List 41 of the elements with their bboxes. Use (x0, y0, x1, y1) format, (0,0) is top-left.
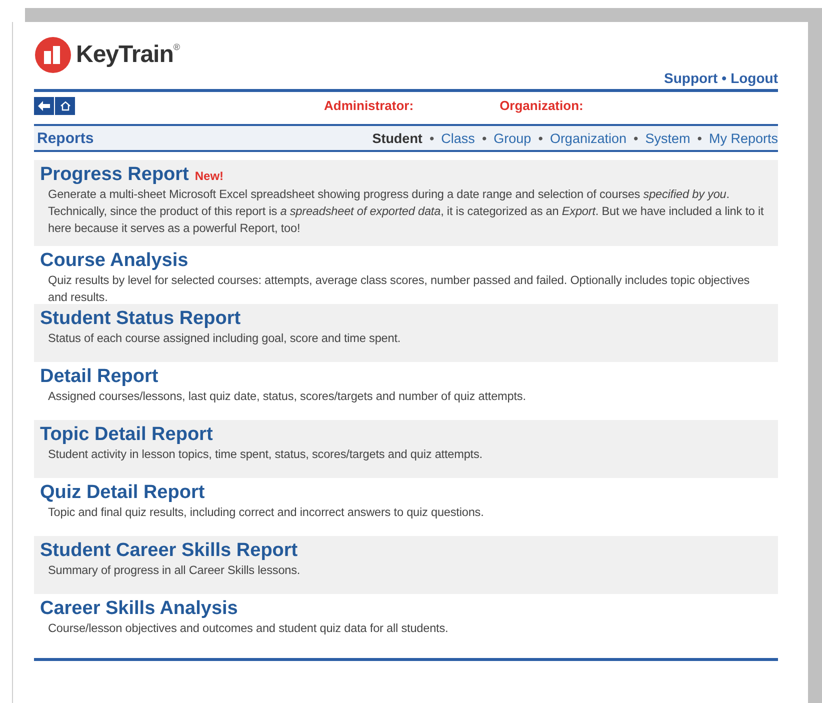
separator: • (633, 130, 638, 146)
report-description: Course/lesson objectives and outcomes and student quiz data for all students. (47, 620, 450, 637)
header-link[interactable]: Support (664, 70, 718, 86)
nav-link[interactable]: System (645, 130, 690, 146)
report-link[interactable]: Detail Report (40, 366, 158, 388)
report-description: Generate a multi-sheet Microsoft Excel spreadsheet showing progress during a date range and selection of courses specified by you. Technically, since the product of this report is a spreadsheet of exported data, it is categorized as an Export. But we have included a link to it here because it serves as a powerful Report, too! (47, 186, 765, 237)
nav-link[interactable]: Student (372, 130, 422, 146)
separator: • (722, 70, 727, 86)
logo-icon (34, 36, 72, 74)
report-link[interactable]: Quiz Detail Report (40, 482, 205, 504)
field-label: Organization: (500, 98, 584, 113)
section-title: Reports (37, 130, 94, 146)
report-description: Status of each course assigned including goal, score and time spent. (47, 330, 402, 347)
nav-link[interactable]: Class (441, 130, 475, 146)
report-link[interactable]: Course Analysis (40, 250, 188, 272)
report-description: Student activity in lesson topics, time spent, status, scores/targets and quiz attempts. (47, 446, 484, 463)
header-link[interactable]: Logout (730, 70, 778, 86)
report-link[interactable]: Student Career Skills Report (40, 540, 298, 562)
trademark-mark: ® (173, 42, 180, 52)
new-label: New! (194, 169, 224, 183)
field-label: Administrator: (324, 98, 414, 113)
home-icon (60, 101, 70, 111)
home-button[interactable] (55, 97, 75, 115)
back-button[interactable] (34, 97, 54, 115)
report-description: Quiz results by level for selected courses: attempts, average class scores, number passed and failed. Optionally includes topic objectives and results. (47, 272, 751, 306)
nav-link[interactable]: Group (494, 130, 532, 146)
report-link[interactable]: Student Status Report (40, 308, 241, 330)
report-link[interactable]: Progress Report (40, 164, 189, 186)
report-link[interactable]: Topic Detail Report (40, 424, 213, 446)
separator: • (482, 130, 487, 146)
report-description: Summary of progress in all Career Skills lessons. (47, 562, 302, 579)
report-description: Topic and final quiz results, including correct and incorrect answers to quiz questions. (47, 504, 485, 521)
back-arrow-icon (38, 101, 50, 111)
logo-text: KeyTrain (76, 41, 174, 69)
separator: • (429, 130, 434, 146)
report-link[interactable]: Career Skills Analysis (40, 598, 238, 620)
separator: • (538, 130, 543, 146)
separator: • (697, 130, 702, 146)
nav-link[interactable]: Organization (550, 130, 626, 146)
report-description: Assigned courses/lessons, last quiz date, status, scores/targets and number of quiz attempts. (47, 388, 527, 405)
nav-link[interactable]: My Reports (708, 130, 778, 146)
